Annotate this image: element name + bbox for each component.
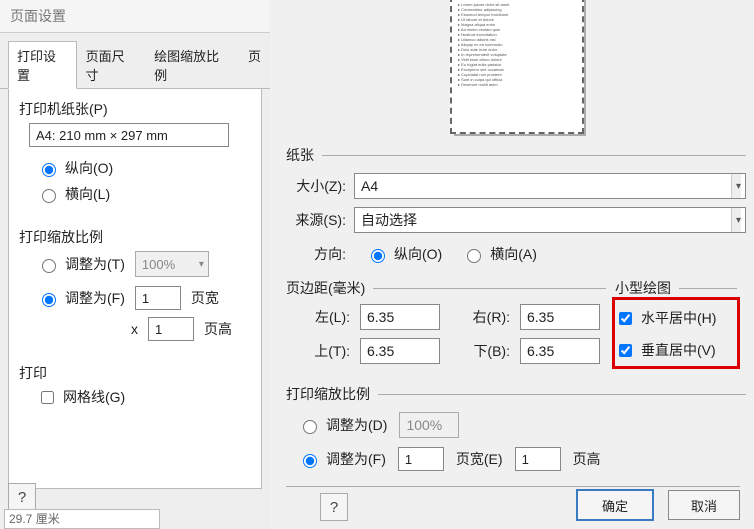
checkbox-gridlines[interactable]: 网格线(G) — [37, 387, 125, 407]
printer-paper-label: 打印机纸张(P) — [19, 99, 251, 119]
pages-wide-label-right: 页宽(E) — [456, 449, 503, 469]
margins-legend: 页边距(毫米) — [286, 278, 365, 298]
radio-adjust-t-label: 调整为(T) — [65, 254, 125, 274]
margin-top-input[interactable]: 6.35 — [360, 338, 440, 364]
radio-adjust-d[interactable]: 调整为(D) — [298, 415, 387, 435]
radio-adjust-f-left[interactable]: 调整为(F) — [37, 288, 125, 308]
radio-portrait-left-label: 纵向(O) — [65, 158, 113, 178]
scale-section: 打印缩放比例 调整为(D) 100% 调整为(F) 1 页宽(E) 1 页高 — [286, 384, 746, 472]
scale-combo-left[interactable]: 100% ▾ — [135, 251, 209, 277]
print-scale-label: 打印缩放比例 — [19, 219, 251, 251]
margin-top-label: 上(T): — [294, 341, 350, 361]
radio-adjust-t[interactable]: 调整为(T) — [37, 254, 125, 274]
print-preview: ▸ Lorem ipsum dolor sit amet▸ Consectetu… — [450, 0, 584, 134]
fit-tall-right[interactable]: 1 — [515, 447, 561, 471]
help-button-right[interactable]: ? — [320, 493, 348, 521]
radio-adjust-f-left-label: 调整为(F) — [65, 288, 125, 308]
dialog-buttons: 确定 取消 — [576, 489, 740, 521]
chevron-down-icon: ▾ — [199, 259, 204, 270]
scale-legend: 打印缩放比例 — [286, 384, 370, 404]
right-panel: ▸ Lorem ipsum dolor sit amet▸ Consectetu… — [270, 0, 754, 529]
footer-dimension: 29.7 厘米 — [4, 509, 160, 529]
radio-landscape-left-label: 横向(L) — [65, 184, 110, 204]
tab-body: 打印机纸张(P) A4: 210 mm × 297 mm 纵向(O) 横向(L)… — [8, 89, 262, 489]
paper-size-value: A4 — [361, 178, 378, 194]
tab-drawing-scale[interactable]: 绘图缩放比例 — [145, 41, 239, 88]
radio-adjust-f-right-label: 调整为(F) — [326, 449, 386, 469]
fit-wide-right[interactable]: 1 — [398, 447, 444, 471]
margin-left-label: 左(L): — [294, 307, 350, 327]
margin-right-input[interactable]: 6.35 — [520, 304, 600, 330]
paper-size-display[interactable]: A4: 210 mm × 297 mm — [29, 123, 229, 147]
radio-adjust-f-right[interactable]: 调整为(F) — [298, 449, 386, 469]
print-group-label: 打印 — [19, 355, 251, 387]
checkbox-gridlines-input[interactable] — [41, 391, 54, 404]
help-button-left[interactable]: ? — [8, 483, 36, 511]
radio-adjust-f-right-input[interactable] — [303, 454, 317, 468]
paper-source-value: 自动选择 — [361, 210, 417, 230]
divider — [286, 486, 740, 487]
x-label: x — [131, 321, 138, 337]
paper-legend: 纸张 — [286, 145, 314, 165]
margin-left-input[interactable]: 6.35 — [360, 304, 440, 330]
tabs: 打印设置 页面尺寸 绘图缩放比例 页 — [0, 41, 270, 89]
pages-tall-label-right: 页高 — [573, 449, 601, 469]
paper-size-select[interactable]: A4 ▾ — [354, 173, 746, 199]
margin-right-label: 右(R): — [450, 307, 510, 327]
chevron-down-icon: ▾ — [731, 174, 741, 198]
tab-page-size[interactable]: 页面尺寸 — [77, 41, 146, 88]
radio-adjust-d-label: 调整为(D) — [326, 415, 387, 435]
radio-landscape-left-input[interactable] — [42, 189, 56, 203]
ok-button[interactable]: 确定 — [576, 489, 654, 521]
radio-portrait-left-input[interactable] — [42, 163, 56, 177]
orientation-label: 方向: — [286, 244, 346, 264]
checkbox-gridlines-label: 网格线(G) — [63, 387, 125, 407]
radio-portrait-right-label: 纵向(O) — [394, 244, 442, 264]
radio-adjust-d-input[interactable] — [303, 420, 317, 434]
radio-landscape-right[interactable]: 横向(A) — [462, 244, 537, 264]
pages-wide-label-left: 页宽 — [191, 288, 219, 308]
scale-combo-value: 100% — [142, 257, 175, 272]
radio-portrait-left[interactable]: 纵向(O) — [37, 158, 113, 178]
radio-adjust-f-left-input[interactable] — [42, 293, 56, 307]
radio-landscape-right-label: 横向(A) — [490, 244, 537, 264]
cancel-button[interactable]: 取消 — [668, 490, 740, 520]
preview-content: ▸ Lorem ipsum dolor sit amet▸ Consectetu… — [452, 0, 582, 91]
tab-print-setup[interactable]: 打印设置 — [8, 41, 77, 89]
paper-source-select[interactable]: 自动选择 ▾ — [354, 207, 746, 233]
chevron-down-icon: ▾ — [731, 208, 741, 232]
size-label: 大小(Z): — [286, 176, 346, 196]
fit-tall-left[interactable]: 1 — [148, 317, 194, 341]
radio-landscape-right-input[interactable] — [467, 249, 481, 263]
tab-extra[interactable]: 页 — [239, 41, 270, 88]
margin-bottom-label: 下(B): — [450, 341, 510, 361]
small-legend: 小型绘图 — [615, 278, 671, 298]
fit-wide-left[interactable]: 1 — [135, 286, 181, 310]
highlight-annotation — [612, 297, 740, 369]
radio-portrait-right[interactable]: 纵向(O) — [366, 244, 442, 264]
radio-landscape-left[interactable]: 横向(L) — [37, 184, 110, 204]
source-label: 来源(S): — [286, 210, 346, 230]
radio-portrait-right-input[interactable] — [371, 249, 385, 263]
page-setup-title: 页面设置 — [0, 0, 270, 33]
paper-section: 纸张 大小(Z): A4 ▾ 来源(S): 自动选择 ▾ 方向: 纵向 — [286, 145, 746, 267]
pages-tall-label-left: 页高 — [204, 319, 232, 339]
left-panel: 页面设置 打印设置 页面尺寸 绘图缩放比例 页 打印机纸张(P) A4: 210… — [0, 0, 271, 529]
scale-percent-input: 100% — [399, 412, 459, 438]
margin-bottom-input[interactable]: 6.35 — [520, 338, 600, 364]
radio-adjust-t-input[interactable] — [42, 259, 56, 273]
